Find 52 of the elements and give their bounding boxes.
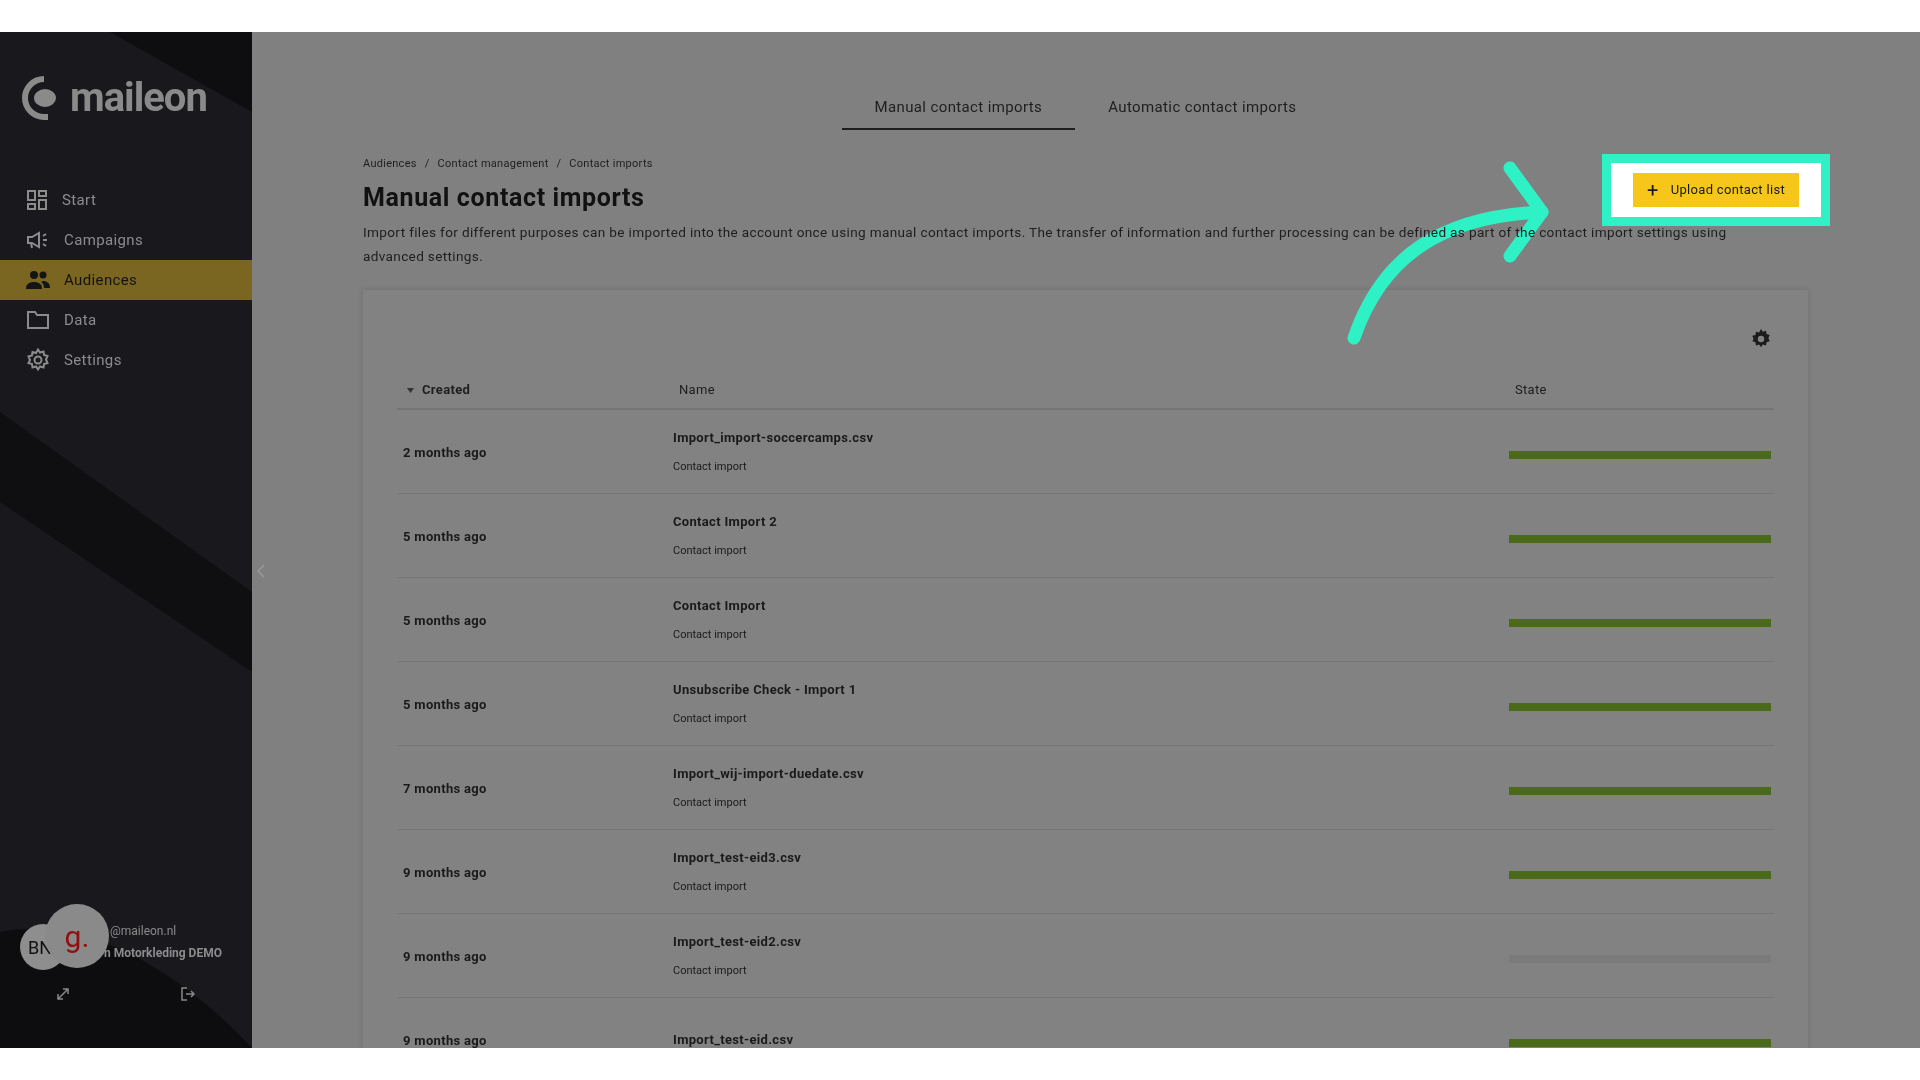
import-type: Contact import xyxy=(673,627,748,643)
logo-text: maileon xyxy=(70,78,207,118)
import-type: Contact import xyxy=(673,879,748,895)
column-header[interactable]: Created xyxy=(422,380,471,400)
import-name[interactable]: Contact Import 2 xyxy=(673,511,1509,531)
breadcrumb-link[interactable]: Audiences xyxy=(363,156,417,173)
grid-icon xyxy=(26,189,48,211)
import-type: Contact import xyxy=(673,711,748,727)
breadcrumb-link[interactable]: Contact imports xyxy=(569,156,653,173)
sidebar-item[interactable]: Campaigns xyxy=(0,220,252,260)
table-cell: 7 months ago xyxy=(403,780,487,796)
sidebar-item[interactable]: Start xyxy=(0,180,252,220)
breadcrumb-link[interactable]: Contact management xyxy=(437,156,549,173)
breadcrumb-separator: / xyxy=(556,156,562,172)
import-type: Contact import xyxy=(673,963,748,979)
sidebar-item[interactable]: Data xyxy=(0,300,252,340)
table-cell: 2 months ago xyxy=(403,444,487,460)
column-header[interactable]: State xyxy=(1515,382,1547,398)
user-email: @maileon.nl xyxy=(110,923,177,940)
table-cell: 5 months ago xyxy=(403,696,487,712)
sidebar-item[interactable]: Settings xyxy=(0,340,252,380)
sidebar-item[interactable]: Audiences xyxy=(0,260,252,300)
table-cell: 5 months ago xyxy=(403,612,487,628)
import-name[interactable]: Unsubscribe Check - Import 1 xyxy=(673,679,1509,699)
table-cell: 5 months ago xyxy=(403,528,487,544)
people-icon xyxy=(26,270,50,290)
import-name[interactable]: Import_test-eid3.csv xyxy=(673,847,1509,867)
import-name[interactable]: Import_import-soccercamps.csv xyxy=(673,427,1509,447)
tab[interactable]: Automatic contact imports xyxy=(1075,86,1330,130)
account-name: n Motorkleding DEMO xyxy=(104,945,222,962)
megaphone-icon xyxy=(26,229,50,251)
logout-icon[interactable] xyxy=(181,987,195,1001)
folder-icon xyxy=(26,310,50,330)
page-title: Manual contact imports xyxy=(363,181,645,214)
table-cell: 9 months ago xyxy=(403,864,487,880)
import-type: Contact import xyxy=(673,795,748,811)
tab[interactable]: Manual contact imports xyxy=(841,86,1076,130)
expand-icon[interactable] xyxy=(57,988,69,1000)
column-header[interactable]: Name xyxy=(679,382,715,398)
import-name[interactable]: Import_test-eid2.csv xyxy=(673,931,1509,951)
settings-icon xyxy=(26,348,50,372)
sort-icon[interactable] xyxy=(407,387,414,393)
table-cell: 9 months ago xyxy=(403,1032,487,1048)
import-type: Contact import xyxy=(673,459,748,475)
import-name[interactable]: Import_wij-import-duedate.csv xyxy=(673,763,1509,783)
import-type: Contact import xyxy=(673,543,748,559)
table-cell: 9 months ago xyxy=(403,948,487,964)
import-name[interactable]: Contact Import xyxy=(673,595,1509,615)
breadcrumb-separator: / xyxy=(424,156,430,172)
settings-icon[interactable] xyxy=(1750,328,1772,350)
upload-button[interactable]: + Upload contact list xyxy=(1632,173,1800,207)
import-name[interactable]: Import_test-eid.csv xyxy=(673,1029,1509,1048)
